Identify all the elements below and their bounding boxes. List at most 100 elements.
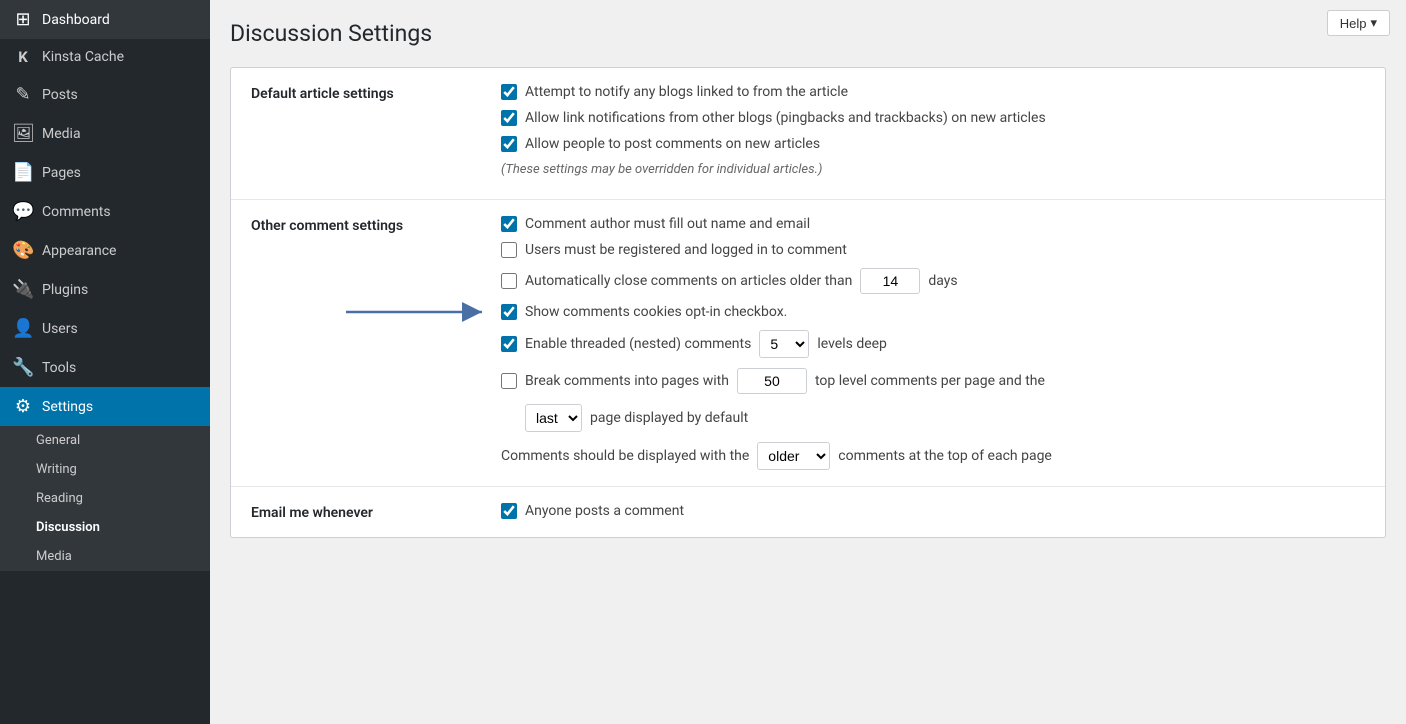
sidebar-label-settings: Settings xyxy=(42,399,93,415)
posts-icon: ✎ xyxy=(12,84,34,105)
media-icon: 🖼 xyxy=(12,123,34,144)
oc5-label-after: levels deep xyxy=(817,336,887,352)
other-comment-settings-row: Other comment settings Comment author mu… xyxy=(231,200,1385,487)
threaded-comments-row: Enable threaded (nested) comments 123456… xyxy=(501,330,1365,358)
oc6-label-after: top level comments per page and the xyxy=(815,373,1045,389)
email-settings-controls: Anyone posts a comment xyxy=(501,503,1365,521)
sidebar-item-pages[interactable]: 📄 Pages xyxy=(0,153,210,192)
submenu-item-discussion[interactable]: Discussion xyxy=(0,513,210,542)
cookies-optin-row: Show comments cookies opt-in checkbox. xyxy=(501,304,1365,320)
oc2-label: Users must be registered and logged in t… xyxy=(525,242,847,258)
oc3-label-before: Automatically close comments on articles… xyxy=(525,273,852,289)
oc6-checkbox[interactable] xyxy=(501,373,517,389)
cb2-label: Allow link notifications from other blog… xyxy=(525,110,1046,126)
default-article-controls: Attempt to notify any blogs linked to fr… xyxy=(501,84,1365,183)
submenu-discussion-label: Discussion xyxy=(36,520,100,535)
oc4-label: Show comments cookies opt-in checkbox. xyxy=(525,304,787,320)
oc3-checkbox[interactable] xyxy=(501,273,517,289)
em1-label: Anyone posts a comment xyxy=(525,503,684,519)
sidebar-label-dashboard: Dashboard xyxy=(42,12,110,28)
email-settings-row: Email me whenever Anyone posts a comment xyxy=(231,487,1385,537)
oc2-checkbox[interactable] xyxy=(501,242,517,258)
cb1-label: Attempt to notify any blogs linked to fr… xyxy=(525,84,848,100)
oc1-label: Comment author must fill out name and em… xyxy=(525,216,810,232)
other-comment-label: Other comment settings xyxy=(251,216,481,470)
sidebar-label-kinsta: Kinsta Cache xyxy=(42,49,124,65)
comments-per-page-input[interactable] xyxy=(737,368,807,394)
tools-icon: 🔧 xyxy=(12,357,34,378)
sidebar-item-comments[interactable]: 💬 Comments xyxy=(0,192,210,231)
sidebar-item-plugins[interactable]: 🔌 Plugins xyxy=(0,270,210,309)
cookies-arrow xyxy=(346,302,491,322)
sidebar-label-posts: Posts xyxy=(42,87,78,103)
article-settings-note: (These settings may be overridden for in… xyxy=(501,162,1365,177)
other-comment-inner: Other comment settings Comment author mu… xyxy=(251,216,1365,470)
users-registered-row: Users must be registered and logged in t… xyxy=(501,242,1365,258)
help-chevron-icon: ▾ xyxy=(1370,15,1377,31)
help-label: Help xyxy=(1340,16,1367,31)
oc3-label-after: days xyxy=(928,273,957,289)
sidebar-item-users[interactable]: 👤 Users xyxy=(0,309,210,348)
email-cb1-row: Anyone posts a comment xyxy=(501,503,1365,519)
settings-panel: Default article settings Attempt to noti… xyxy=(230,67,1386,538)
page-display-row: first last page displayed by default xyxy=(525,404,1365,432)
users-icon: 👤 xyxy=(12,318,34,339)
cb1-checkbox[interactable] xyxy=(501,84,517,100)
sidebar-label-pages: Pages xyxy=(42,165,81,181)
sidebar-item-kinsta[interactable]: K Kinsta Cache xyxy=(0,39,210,75)
main-content: Help ▾ Discussion Settings Default artic… xyxy=(210,0,1406,724)
oc5-checkbox[interactable] xyxy=(501,336,517,352)
submenu-item-writing[interactable]: Writing xyxy=(0,455,210,484)
submenu-item-reading[interactable]: Reading xyxy=(0,484,210,513)
cb2-checkbox[interactable] xyxy=(501,110,517,126)
sidebar-item-posts[interactable]: ✎ Posts xyxy=(0,75,210,114)
oc5-label-before: Enable threaded (nested) comments xyxy=(525,336,751,352)
kinsta-icon: K xyxy=(12,48,34,66)
plugins-icon: 🔌 xyxy=(12,279,34,300)
auto-close-row: Automatically close comments on articles… xyxy=(501,268,1365,294)
comment-order-select[interactable]: older newer xyxy=(757,442,830,470)
settings-icon: ⚙ xyxy=(12,396,34,417)
break-comments-row: Break comments into pages with top level… xyxy=(501,368,1365,394)
threaded-depth-select[interactable]: 12345678910 xyxy=(759,330,809,358)
comment-author-row: Comment author must fill out name and em… xyxy=(501,216,1365,232)
settings-arrow-indicator xyxy=(204,397,210,417)
submenu-item-general[interactable]: General xyxy=(0,426,210,455)
pages-icon: 📄 xyxy=(12,162,34,183)
auto-close-days-input[interactable] xyxy=(860,268,920,294)
appearance-icon: 🎨 xyxy=(12,240,34,261)
page-display-label: page displayed by default xyxy=(590,410,748,426)
email-settings-label: Email me whenever xyxy=(251,503,481,521)
submenu-item-media[interactable]: Media xyxy=(0,542,210,571)
sidebar-label-users: Users xyxy=(42,321,78,337)
sidebar-item-settings[interactable]: ⚙ Settings xyxy=(0,387,210,426)
sidebar-label-tools: Tools xyxy=(42,360,76,376)
sidebar-item-tools[interactable]: 🔧 Tools xyxy=(0,348,210,387)
settings-submenu: General Writing Reading Discussion Media xyxy=(0,426,210,571)
oc6-label-before: Break comments into pages with xyxy=(525,373,729,389)
comments-icon: 💬 xyxy=(12,201,34,222)
oc1-checkbox[interactable] xyxy=(501,216,517,232)
cb3-checkbox[interactable] xyxy=(501,136,517,152)
em1-checkbox[interactable] xyxy=(501,503,517,519)
default-article-label: Default article settings xyxy=(251,84,481,183)
sidebar-item-dashboard[interactable]: ⊞ Dashboard xyxy=(0,0,210,39)
page-title: Discussion Settings xyxy=(230,20,1386,47)
sidebar-label-comments: Comments xyxy=(42,204,111,220)
sidebar: ⊞ Dashboard K Kinsta Cache ✎ Posts 🖼 Med… xyxy=(0,0,210,724)
sidebar-item-media[interactable]: 🖼 Media xyxy=(0,114,210,153)
sidebar-label-appearance: Appearance xyxy=(42,243,116,259)
sidebar-label-plugins: Plugins xyxy=(42,282,88,298)
default-article-settings-row: Default article settings Attempt to noti… xyxy=(231,68,1385,200)
other-comment-controls: Comment author must fill out name and em… xyxy=(501,216,1365,470)
help-button[interactable]: Help ▾ xyxy=(1327,10,1390,36)
sidebar-item-appearance[interactable]: 🎨 Appearance xyxy=(0,231,210,270)
oc4-checkbox[interactable] xyxy=(501,304,517,320)
sidebar-label-media: Media xyxy=(42,126,81,142)
comment-order-label-after: comments at the top of each page xyxy=(838,448,1052,464)
cb3-row: Allow people to post comments on new art… xyxy=(501,136,1365,152)
cb3-label: Allow people to post comments on new art… xyxy=(525,136,820,152)
page-display-select[interactable]: first last xyxy=(525,404,582,432)
cb1-row: Attempt to notify any blogs linked to fr… xyxy=(501,84,1365,100)
comment-order-label-before: Comments should be displayed with the xyxy=(501,448,749,464)
